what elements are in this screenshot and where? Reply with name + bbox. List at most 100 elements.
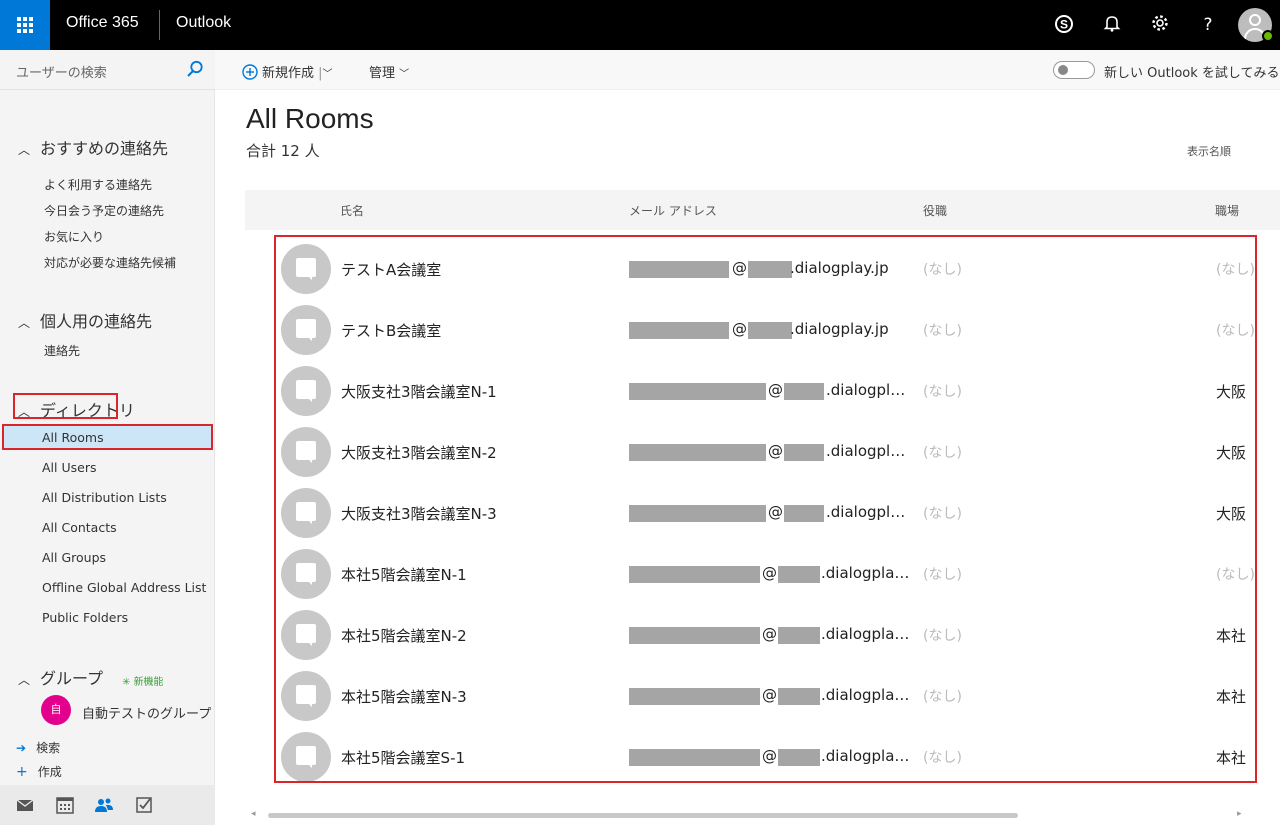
new-outlook-label: 新しい Outlook を試してみる bbox=[1104, 66, 1280, 81]
group-search-link[interactable]: ➔ 検索 bbox=[16, 739, 60, 756]
scroll-right-arrow[interactable]: ▸ bbox=[1237, 809, 1242, 819]
role-value: (なし) bbox=[923, 750, 962, 766]
workplace-value: 大阪 bbox=[1216, 444, 1247, 462]
nav-item-all-distribution-lists[interactable]: All Distribution Lists bbox=[42, 490, 167, 505]
selected-highlight bbox=[2, 424, 213, 450]
new-button[interactable]: 新規作成 |﹀ bbox=[242, 62, 333, 81]
section-directory[interactable]: ︿ ディレクトリ bbox=[18, 397, 135, 421]
table-row[interactable]: 本社5階会議室S-1 @ .dialogpla… (なし) 本社 bbox=[276, 727, 1255, 781]
role-value: (なし) bbox=[923, 689, 962, 705]
redacted-block bbox=[629, 749, 760, 766]
role-value: (なし) bbox=[923, 567, 962, 583]
table-row[interactable]: 大阪支社3階会議室N-2 @ .dialogpl… (なし) 大阪 bbox=[276, 422, 1255, 483]
email-at: @ bbox=[762, 686, 777, 704]
redacted-block bbox=[784, 444, 824, 461]
nav-item-public-folders[interactable]: Public Folders bbox=[42, 610, 128, 625]
table-row[interactable]: 本社5階会議室N-1 @ .dialogpla… (なし) (なし) bbox=[276, 544, 1255, 605]
redacted-block bbox=[629, 627, 760, 644]
search-icon[interactable] bbox=[186, 60, 204, 78]
mail-icon[interactable] bbox=[15, 795, 35, 815]
redacted-block bbox=[778, 749, 820, 766]
chevron-up-icon: ︿ bbox=[18, 316, 31, 330]
section-personal-contacts[interactable]: ︿ 個人用の連絡先 bbox=[18, 308, 152, 332]
chevron-up-icon: ︿ bbox=[18, 673, 31, 687]
email-domain: .dialogpla… bbox=[821, 564, 910, 582]
brand-link[interactable]: Office 365 bbox=[66, 14, 139, 32]
chevron-up-icon: ︿ bbox=[18, 405, 31, 419]
redacted-block bbox=[778, 566, 820, 583]
group-create-link[interactable]: + 作成 bbox=[16, 763, 62, 780]
email-at: @ bbox=[732, 320, 747, 338]
calendar-icon[interactable] bbox=[55, 795, 75, 815]
email-at: @ bbox=[768, 442, 783, 460]
role-value: (なし) bbox=[923, 628, 962, 644]
app-title[interactable]: Outlook bbox=[176, 14, 231, 32]
scroll-left-arrow[interactable]: ◂ bbox=[251, 809, 256, 819]
table-row[interactable]: 大阪支社3階会議室N-3 @ .dialogpl… (なし) 大阪 bbox=[276, 483, 1255, 544]
redacted-block bbox=[629, 444, 766, 461]
email-at: @ bbox=[762, 625, 777, 643]
manage-button[interactable]: 管理 ﹀ bbox=[369, 62, 409, 81]
group-avatar: 自 bbox=[41, 695, 71, 725]
room-name: 大阪支社3階会議室N-2 bbox=[341, 444, 497, 462]
new-outlook-toggle[interactable] bbox=[1053, 61, 1095, 79]
nav-item-all-users[interactable]: All Users bbox=[42, 460, 96, 475]
people-search-input[interactable]: ユーザーの検索 bbox=[0, 50, 215, 90]
room-name: 大阪支社3階会議室N-1 bbox=[341, 383, 497, 401]
table-row[interactable]: 本社5階会議室N-2 @ .dialogpla… (なし) 本社 bbox=[276, 605, 1255, 666]
bell-icon[interactable] bbox=[1100, 13, 1124, 37]
nav-item-action-needed[interactable]: 対応が必要な連絡先候補 bbox=[44, 254, 176, 271]
svg-text:S: S bbox=[1060, 18, 1068, 32]
help-icon[interactable]: ? bbox=[1196, 13, 1220, 37]
email-domain: .dialogpl… bbox=[826, 381, 906, 399]
redacted-block bbox=[778, 688, 820, 705]
member-count: 合計 12 人 bbox=[246, 142, 320, 160]
page-title: All Rooms bbox=[246, 103, 374, 134]
table-row[interactable]: テストB会議室 @ .dialogplay.jp (なし) (なし) bbox=[276, 300, 1255, 361]
gear-icon[interactable] bbox=[1148, 13, 1172, 37]
column-email[interactable]: メール アドレス bbox=[629, 202, 717, 219]
workplace-value: (なし) bbox=[1216, 262, 1255, 278]
new-feature-badge: ✳ 新機能 bbox=[122, 677, 164, 688]
plus-icon: + bbox=[16, 764, 28, 780]
redacted-block bbox=[629, 322, 729, 339]
email-at: @ bbox=[768, 503, 783, 521]
chevron-down-icon: ﹀ bbox=[322, 69, 333, 80]
nav-item-all-groups[interactable]: All Groups bbox=[42, 550, 106, 565]
nav-item-meeting-today[interactable]: 今日会う予定の連絡先 bbox=[44, 202, 164, 219]
table-row[interactable]: 大阪支社3階会議室N-1 @ .dialogpl… (なし) 大阪 bbox=[276, 361, 1255, 422]
column-workplace[interactable]: 職場 bbox=[1215, 202, 1239, 219]
app-launcher-icon[interactable] bbox=[0, 0, 50, 50]
redacted-block bbox=[629, 383, 766, 400]
nav-item-all-contacts[interactable]: All Contacts bbox=[42, 520, 117, 535]
nav-item-frequent[interactable]: よく利用する連絡先 bbox=[44, 176, 152, 193]
room-name: 本社5階会議室N-1 bbox=[341, 566, 467, 584]
people-icon[interactable] bbox=[94, 795, 114, 815]
workplace-value: 大阪 bbox=[1216, 383, 1247, 401]
nav-item-contacts[interactable]: 連絡先 bbox=[44, 342, 80, 359]
sort-dropdown[interactable]: 表示名順 bbox=[1187, 143, 1231, 159]
room-avatar bbox=[281, 427, 331, 477]
group-item[interactable]: 自動テストのグループ bbox=[82, 703, 211, 722]
horizontal-scrollbar[interactable] bbox=[268, 813, 1018, 818]
nav-item-all-rooms[interactable]: All Rooms bbox=[42, 430, 104, 445]
top-bar: Office 365 Outlook S ? bbox=[0, 0, 1280, 50]
email-at: @ bbox=[762, 564, 777, 582]
table-row[interactable]: テストA会議室 @ .dialogplay.jp (なし) (なし) bbox=[276, 239, 1255, 300]
role-value: (なし) bbox=[923, 506, 962, 522]
nav-item-offline-gal[interactable]: Offline Global Address List bbox=[42, 580, 206, 595]
nav-item-favorites[interactable]: お気に入り bbox=[44, 228, 104, 245]
section-suggested-contacts[interactable]: ︿ おすすめの連絡先 bbox=[18, 135, 168, 159]
column-name[interactable]: 氏名 bbox=[340, 202, 364, 219]
room-avatar bbox=[281, 549, 331, 599]
table-row[interactable]: 本社5階会議室N-3 @ .dialogpla… (なし) 本社 bbox=[276, 666, 1255, 727]
section-groups[interactable]: ︿ グループ bbox=[18, 665, 103, 689]
room-avatar bbox=[281, 366, 331, 416]
redacted-block bbox=[778, 627, 820, 644]
workplace-value: 大阪 bbox=[1216, 505, 1247, 523]
column-role[interactable]: 役職 bbox=[923, 202, 947, 219]
skype-icon[interactable]: S bbox=[1052, 13, 1076, 37]
arrow-right-icon: ➔ bbox=[16, 741, 27, 755]
redacted-block bbox=[629, 505, 766, 522]
tasks-icon[interactable] bbox=[134, 795, 154, 815]
